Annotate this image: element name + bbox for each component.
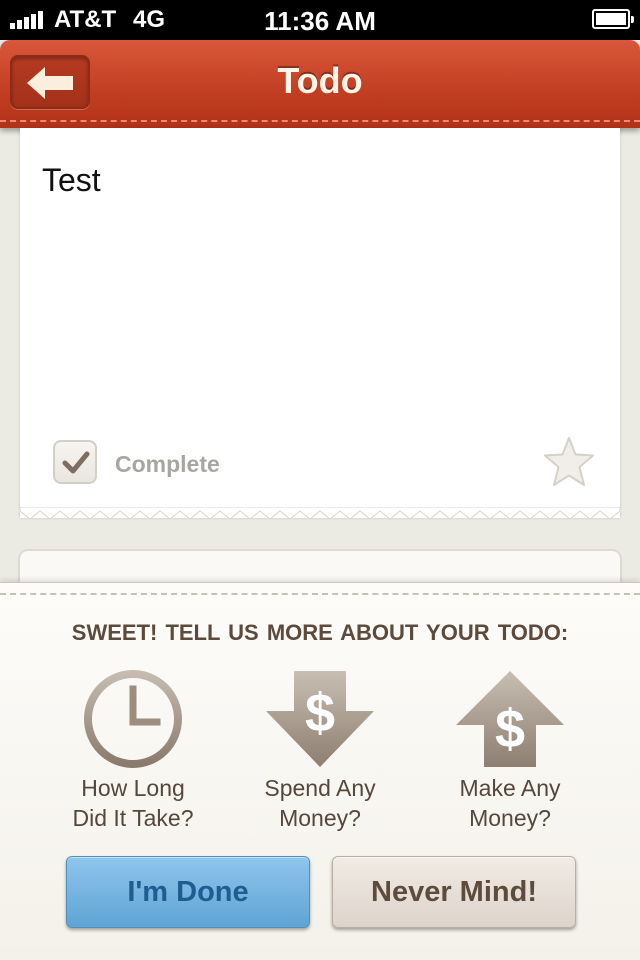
card-torn-edge xyxy=(20,507,620,520)
battery-full-icon xyxy=(592,9,634,29)
panel-divider xyxy=(0,593,640,595)
make-money-label-2: Money? xyxy=(469,805,551,831)
dollar-down-arrow-icon: $ xyxy=(266,671,374,767)
how-long-option[interactable]: How Long Did It Take? xyxy=(38,669,228,833)
star-icon[interactable] xyxy=(542,436,596,488)
complete-checkbox[interactable] xyxy=(53,440,97,484)
how-long-label-2: Did It Take? xyxy=(72,805,194,831)
spend-money-option[interactable]: $ Spend Any Money? xyxy=(225,669,415,833)
panel-heading: SWEET! TELL US MORE ABOUT YOUR TODO: xyxy=(71,620,569,645)
navigation-bar: Todo xyxy=(0,40,640,128)
todo-text[interactable]: Test xyxy=(42,162,101,199)
svg-text:$: $ xyxy=(495,699,525,759)
spend-money-label-2: Money? xyxy=(279,805,361,831)
completion-panel: SWEET! TELL US MORE ABOUT YOUR TODO: How… xyxy=(0,582,640,960)
svg-text:$: $ xyxy=(305,683,335,743)
make-money-option[interactable]: $ Make Any Money? xyxy=(415,669,605,833)
complete-label[interactable]: Complete xyxy=(115,451,220,478)
checkmark-icon xyxy=(62,451,90,474)
never-mind-button[interactable]: Never Mind! xyxy=(332,856,576,928)
dollar-up-arrow-icon: $ xyxy=(456,671,564,767)
make-money-label-1: Make Any xyxy=(459,775,561,801)
status-bar: AT&T 4G 11:36 AM xyxy=(0,0,640,40)
page-title: Todo xyxy=(277,60,363,101)
im-done-button[interactable]: I'm Done xyxy=(66,856,310,928)
status-time: 11:36 AM xyxy=(264,6,376,36)
clock-icon xyxy=(84,670,182,768)
todo-card: Test Complete xyxy=(20,128,620,518)
how-long-label-1: How Long xyxy=(81,775,185,801)
spend-money-label-1: Spend Any xyxy=(264,775,376,801)
